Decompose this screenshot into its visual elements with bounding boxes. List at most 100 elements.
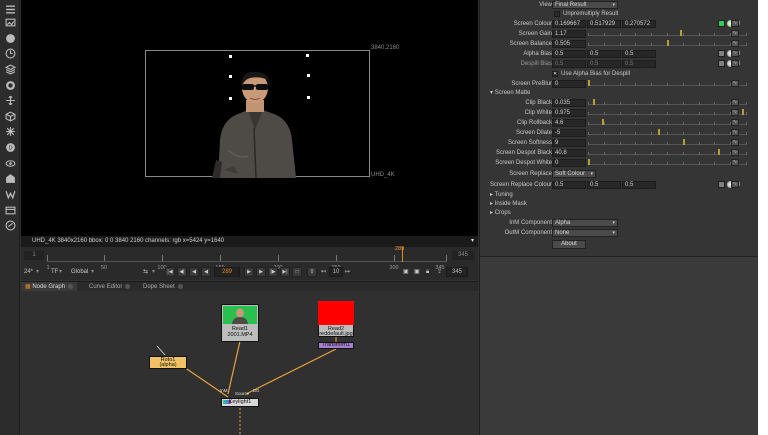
stop-button[interactable]: □ xyxy=(292,267,302,277)
roto-point[interactable] xyxy=(306,54,309,57)
go-end-button[interactable]: ▶| xyxy=(280,267,290,277)
play-forward-button[interactable]: ▶ xyxy=(244,267,254,277)
toolsets-icon[interactable] xyxy=(4,188,16,200)
crops-section[interactable]: ▸ Crops xyxy=(490,209,511,218)
animation-button[interactable]: ∿ xyxy=(731,50,739,57)
timeline-ruler[interactable]: 1 50 100 150 200 250 300 345 xyxy=(46,250,447,271)
go-start-button[interactable]: |◀ xyxy=(165,267,175,277)
next-key-button[interactable]: |▶ xyxy=(268,267,278,277)
despill-bias-swatch[interactable] xyxy=(718,60,725,67)
skip-back-icon[interactable]: ↤ xyxy=(321,267,326,277)
screen-dilate-field[interactable]: -5 xyxy=(552,129,586,137)
unpremultiply-checkbox[interactable] xyxy=(554,11,560,17)
outm-component-dropdown[interactable]: None xyxy=(552,229,618,237)
animation-button[interactable]: ∿ xyxy=(731,139,739,146)
screen-colour-b[interactable]: 0.270572 xyxy=(622,20,656,28)
chevron-down-icon[interactable]: ▾ xyxy=(91,267,94,277)
screen-gain-field[interactable]: 1.17 xyxy=(552,30,586,38)
tuning-section[interactable]: ▸ Tuning xyxy=(490,191,513,200)
in-out-icon[interactable]: ⇆ xyxy=(143,267,148,277)
other-icon[interactable] xyxy=(4,204,16,216)
loop-button[interactable]: 0 xyxy=(307,267,317,277)
chevron-down-icon[interactable]: ▾ xyxy=(36,267,39,277)
views-icon[interactable] xyxy=(4,157,16,169)
animation-button[interactable]: ∿ xyxy=(731,60,739,67)
alpha-bias-r[interactable]: 0.5 xyxy=(552,50,586,58)
screen-preblur-slider[interactable] xyxy=(588,80,747,86)
despot-white-field[interactable]: 0 xyxy=(552,159,586,167)
clip-black-slider[interactable] xyxy=(588,99,747,105)
prev-key-button[interactable]: ◀| xyxy=(177,267,187,277)
screen-balance-field[interactable]: 0.505 xyxy=(552,40,586,48)
animation-button[interactable]: ∿ xyxy=(731,20,739,27)
roto-node[interactable]: Roto1 (alpha) xyxy=(149,356,187,369)
replace-colour-b[interactable]: 0.5 xyxy=(622,181,656,189)
node-graph-canvas[interactable]: Read1 2001.MP4 Read2 reddefault.jpg Tran… xyxy=(21,291,478,435)
clip-white-slider[interactable] xyxy=(588,109,747,115)
color-icon[interactable] xyxy=(4,79,16,91)
screen-softness-slider[interactable] xyxy=(588,139,747,145)
range-start-field[interactable]: 1 xyxy=(24,251,44,260)
replace-colour-g[interactable]: 0.5 xyxy=(587,181,621,189)
about-button[interactable]: About xyxy=(552,240,586,249)
end-frame-field[interactable]: 345 xyxy=(446,267,468,277)
despot-black-field[interactable]: 40.8 xyxy=(552,149,586,157)
step-forward-button[interactable]: ▶ xyxy=(256,267,266,277)
animation-button[interactable]: ∿ xyxy=(731,40,739,47)
tf-dropdown[interactable]: TF xyxy=(51,267,58,277)
channel-icon[interactable] xyxy=(4,63,16,75)
keylight-node[interactable]: Keylight1 xyxy=(221,398,259,407)
screen-balance-slider[interactable] xyxy=(588,40,747,46)
skip-forward-icon[interactable]: ↦ xyxy=(345,267,350,277)
clip-black-field[interactable]: 0.035 xyxy=(552,99,586,107)
flipbook-icon[interactable]: ▣ xyxy=(403,267,409,277)
time-icon[interactable] xyxy=(4,47,16,59)
screen-preblur-field[interactable]: 0 xyxy=(552,80,586,88)
chevron-down-icon[interactable]: ▾ xyxy=(471,236,474,247)
range-end-field[interactable]: 345 xyxy=(452,251,474,260)
screen-matte-section[interactable]: ▾ Screen Matte xyxy=(490,89,530,98)
alpha-bias-b[interactable]: 0.5 xyxy=(622,50,656,58)
screen-colour-r[interactable]: 0.169667 xyxy=(552,20,586,28)
alpha-bias-g[interactable]: 0.5 xyxy=(587,50,621,58)
transform-icon[interactable] xyxy=(4,94,16,106)
chevron-down-icon[interactable]: ▾ xyxy=(152,267,155,277)
close-icon[interactable] xyxy=(125,283,131,289)
inside-mask-section[interactable]: ▸ Inside Mask xyxy=(490,200,527,209)
replace-colour-swatch[interactable] xyxy=(718,181,725,188)
animation-button[interactable]: ∿ xyxy=(731,119,739,126)
viewer[interactable]: 3840,2160 UHD_4K xyxy=(21,0,478,236)
export-icon[interactable]: ⇪ xyxy=(437,267,442,277)
screen-softness-field[interactable]: 9 xyxy=(552,139,586,147)
image-icon[interactable] xyxy=(4,16,16,28)
3d-icon[interactable] xyxy=(4,110,16,122)
use-alpha-bias-checkbox[interactable]: ✕ xyxy=(552,71,558,77)
timeline[interactable]: 1 1 50 100 150 200 250 300 345 289 345 2… xyxy=(21,246,478,280)
clip-rollback-field[interactable]: 4.6 xyxy=(552,119,586,127)
deep-icon[interactable]: D xyxy=(4,141,16,153)
particles-icon[interactable] xyxy=(4,125,16,137)
despot-white-slider[interactable] xyxy=(588,159,747,165)
animation-button[interactable]: ∿ xyxy=(731,30,739,37)
alpha-bias-swatch[interactable] xyxy=(718,50,725,57)
despot-black-slider[interactable] xyxy=(588,149,747,155)
metadata-icon[interactable] xyxy=(4,172,16,184)
close-icon[interactable] xyxy=(177,283,183,289)
chevron-down-icon[interactable]: ▾ xyxy=(59,267,62,277)
roto-point[interactable] xyxy=(307,96,310,99)
close-icon[interactable] xyxy=(68,283,74,289)
play-backward-button[interactable]: ◀ xyxy=(201,267,211,277)
draw-icon[interactable] xyxy=(4,32,16,44)
step-back-button[interactable]: ◀ xyxy=(189,267,199,277)
despill-bias-b[interactable]: 0.5 xyxy=(622,60,656,68)
roto-point[interactable] xyxy=(307,74,310,77)
clip-white-field[interactable]: 0.975 xyxy=(552,109,586,117)
read1-node[interactable]: Read1 2001.MP4 xyxy=(221,304,259,342)
animation-button[interactable]: ∿ xyxy=(731,149,739,156)
animation-button[interactable]: ∿ xyxy=(731,159,739,166)
screen-colour-swatch[interactable] xyxy=(718,20,725,27)
monitor-icon[interactable]: ▣ xyxy=(414,267,420,277)
animation-button[interactable]: ∿ xyxy=(731,109,739,116)
animation-button[interactable]: ∿ xyxy=(731,181,739,188)
inm-component-dropdown[interactable]: Alpha xyxy=(552,219,618,227)
